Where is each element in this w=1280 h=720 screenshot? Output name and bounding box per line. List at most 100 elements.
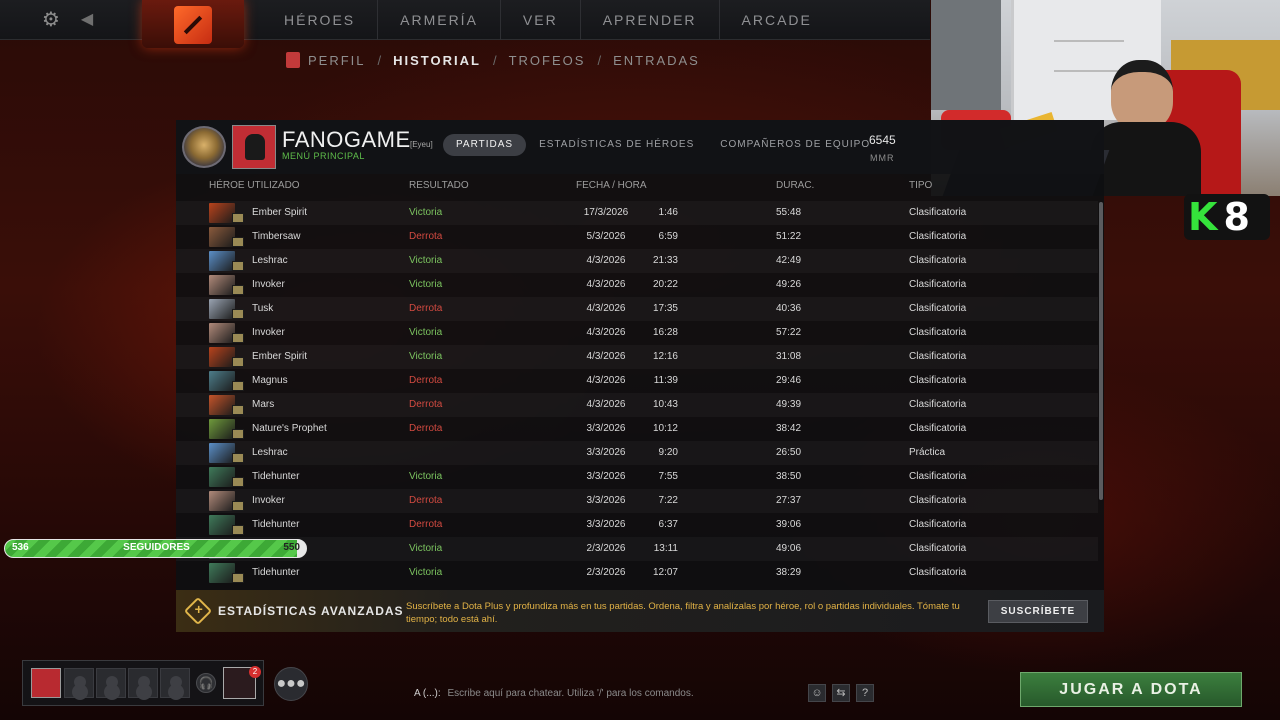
role-badge-icon xyxy=(232,525,244,535)
party-bar: 🎧 2 xyxy=(22,660,264,706)
streamer-head xyxy=(1111,60,1173,130)
table-row[interactable]: Leshrac 3/3/2026 9:20 26:50 Práctica xyxy=(176,441,1098,465)
match-date: 3/3/2026 xyxy=(586,495,626,506)
match-duration: 49:26 xyxy=(776,279,802,290)
role-badge-icon xyxy=(232,381,244,391)
match-duration: 38:42 xyxy=(776,423,802,434)
avatar[interactable] xyxy=(232,125,276,169)
table-row[interactable]: Mars Derrota 4/3/2026 10:43 49:39 Clasificato… xyxy=(176,393,1098,417)
subnav-profile[interactable]: PERFIL xyxy=(308,53,366,68)
table-row[interactable]: Magnus Derrota 4/3/2026 11:39 29:46 Clasifica… xyxy=(176,369,1098,393)
chat-channel: A (...): xyxy=(414,688,441,699)
match-duration: 39:06 xyxy=(776,519,802,530)
followers-start: 536 xyxy=(12,542,29,553)
match-date: 2/3/2026 xyxy=(586,543,626,554)
scrollbar[interactable] xyxy=(1099,202,1103,500)
table-row[interactable]: Ember Spirit Victoria 17/3/2026 1:46 55:48 Cl… xyxy=(176,201,1098,225)
party-slot-empty[interactable] xyxy=(64,668,94,698)
followers-goal: 550 xyxy=(283,542,300,553)
hero-name: Invoker xyxy=(252,495,285,506)
subnav-trophies[interactable]: TROFEOS xyxy=(509,53,586,68)
table-row[interactable]: Leshrac Victoria 4/3/2026 21:33 42:49 Clasifi… xyxy=(176,249,1098,273)
match-result: Derrota xyxy=(409,375,443,386)
table-row[interactable]: Nature's Prophet Derrota 3/3/2026 10:12 38:4… xyxy=(176,417,1098,441)
role-badge-icon xyxy=(232,477,244,487)
match-time: 13:11 xyxy=(653,543,678,554)
party-slot-empty[interactable] xyxy=(160,668,190,698)
match-type: Clasificatoria xyxy=(909,567,967,578)
match-time: 21:33 xyxy=(652,255,678,266)
table-row[interactable]: Tidehunter Victoria 3/3/2026 7:55 38:50 Clasi… xyxy=(176,465,1098,489)
match-date: 4/3/2026 xyxy=(586,255,626,266)
match-type: Clasificatoria xyxy=(909,231,967,242)
match-duration: 57:22 xyxy=(776,327,802,338)
chat-wheel-icon[interactable]: ⇆ xyxy=(832,684,850,702)
subnav-separator: / xyxy=(377,52,382,68)
role-badge-icon xyxy=(232,453,244,463)
back-arrow-icon[interactable]: ◀ xyxy=(76,9,98,31)
player-name: FANOGAME xyxy=(282,127,411,152)
nav-armory[interactable]: ARMERÍA xyxy=(378,0,501,40)
table-row[interactable]: Tidehunter Derrota 3/3/2026 6:37 39:06 Clasif… xyxy=(176,513,1098,537)
hero-name: Leshrac xyxy=(252,255,288,266)
emoji-icon[interactable]: ☺ xyxy=(808,684,826,702)
table-row[interactable]: Invoker Victoria 4/3/2026 20:22 49:26 Clasifi… xyxy=(176,273,1098,297)
hero-name: Timbersaw xyxy=(252,231,301,242)
play-dota-button[interactable]: JUGAR A DOTA xyxy=(1020,672,1242,707)
table-row[interactable]: Invoker Victoria 4/3/2026 16:28 57:22 Clasifi… xyxy=(176,321,1098,345)
tab-teammates[interactable]: COMPAÑEROS DE EQUIPO xyxy=(707,134,883,156)
role-badge-icon xyxy=(232,405,244,415)
nav-watch[interactable]: VER xyxy=(501,0,581,40)
hero-name: Invoker xyxy=(252,327,285,338)
subscribe-button[interactable]: SUSCRÍBETE xyxy=(988,600,1088,623)
main-nav: HÉROES ARMERÍA VER APRENDER ARCADE xyxy=(262,0,834,40)
col-hero[interactable]: HÉROE UTILIZADO xyxy=(209,180,300,191)
tab-hero-stats[interactable]: ESTADÍSTICAS DE HÉROES xyxy=(526,134,707,156)
help-icon[interactable]: ? xyxy=(856,684,874,702)
match-date: 2/3/2026 xyxy=(586,567,626,578)
match-type: Clasificatoria xyxy=(909,303,967,314)
col-result[interactable]: RESULTADO xyxy=(409,180,469,191)
table-row[interactable]: Ember Spirit Victoria 4/3/2026 12:16 31:08 Cl… xyxy=(176,345,1098,369)
subnav-history[interactable]: HISTORIAL xyxy=(393,53,481,68)
chat-input[interactable]: A (...): Escribe aquí para chatear. Util… xyxy=(414,688,694,699)
col-datetime[interactable]: FECHA / HORA xyxy=(576,180,647,191)
hero-name: Invoker xyxy=(252,279,285,290)
headphones-icon[interactable]: 🎧 xyxy=(196,673,216,693)
party-slot-empty[interactable] xyxy=(96,668,126,698)
match-time: 20:22 xyxy=(652,279,678,290)
nav-arcade[interactable]: ARCADE xyxy=(720,0,834,40)
party-slot-self[interactable] xyxy=(31,668,61,698)
party-slot-empty[interactable] xyxy=(128,668,158,698)
profile-avatar-icon xyxy=(286,52,300,68)
role-badge-icon xyxy=(232,501,244,511)
dota-logo-button[interactable] xyxy=(142,0,244,48)
col-duration[interactable]: DURAC. xyxy=(776,180,814,191)
table-row[interactable]: Invoker Derrota 3/3/2026 7:22 27:37 Clasifica… xyxy=(176,489,1098,513)
role-badge-icon xyxy=(232,357,244,367)
tab-matches[interactable]: PARTIDAS xyxy=(443,134,527,156)
match-type: Clasificatoria xyxy=(909,327,967,338)
k8-logo-number: 8 xyxy=(1223,195,1256,239)
dota-plus-banner: ESTADÍSTICAS AVANZADAS Suscríbete a Dota… xyxy=(176,590,1104,632)
col-type[interactable]: TIPO xyxy=(909,180,932,191)
settings-gear-icon[interactable]: ⚙ xyxy=(40,9,62,31)
match-type: Clasificatoria xyxy=(909,207,967,218)
table-row[interactable]: Timbersaw Derrota 5/3/2026 6:59 51:22 Clasifi… xyxy=(176,225,1098,249)
k8-logo-k: K xyxy=(1188,195,1224,239)
match-result: Derrota xyxy=(409,495,443,506)
match-time: 11:39 xyxy=(653,375,678,386)
table-row[interactable]: Tusk Derrota 4/3/2026 17:35 40:36 Clasificato… xyxy=(176,297,1098,321)
nav-learn[interactable]: APRENDER xyxy=(581,0,720,40)
nav-heroes[interactable]: HÉROES xyxy=(262,0,379,40)
table-row[interactable]: Tidehunter Victoria 2/3/2026 12:07 38:29 Clas… xyxy=(176,561,1098,585)
dota-logo-icon xyxy=(174,6,212,44)
subnav-tickets[interactable]: ENTRADAS xyxy=(613,53,700,68)
friends-icon[interactable]: ●●● xyxy=(274,667,308,701)
match-result: Derrota xyxy=(409,399,443,410)
match-type: Clasificatoria xyxy=(909,519,967,530)
table-row[interactable]: Victoria 2/3/2026 13:11 49:06 Clasificatoria xyxy=(176,537,1098,561)
match-type: Clasificatoria xyxy=(909,375,967,386)
match-type: Práctica xyxy=(909,447,946,458)
match-result: Victoria xyxy=(409,327,443,338)
